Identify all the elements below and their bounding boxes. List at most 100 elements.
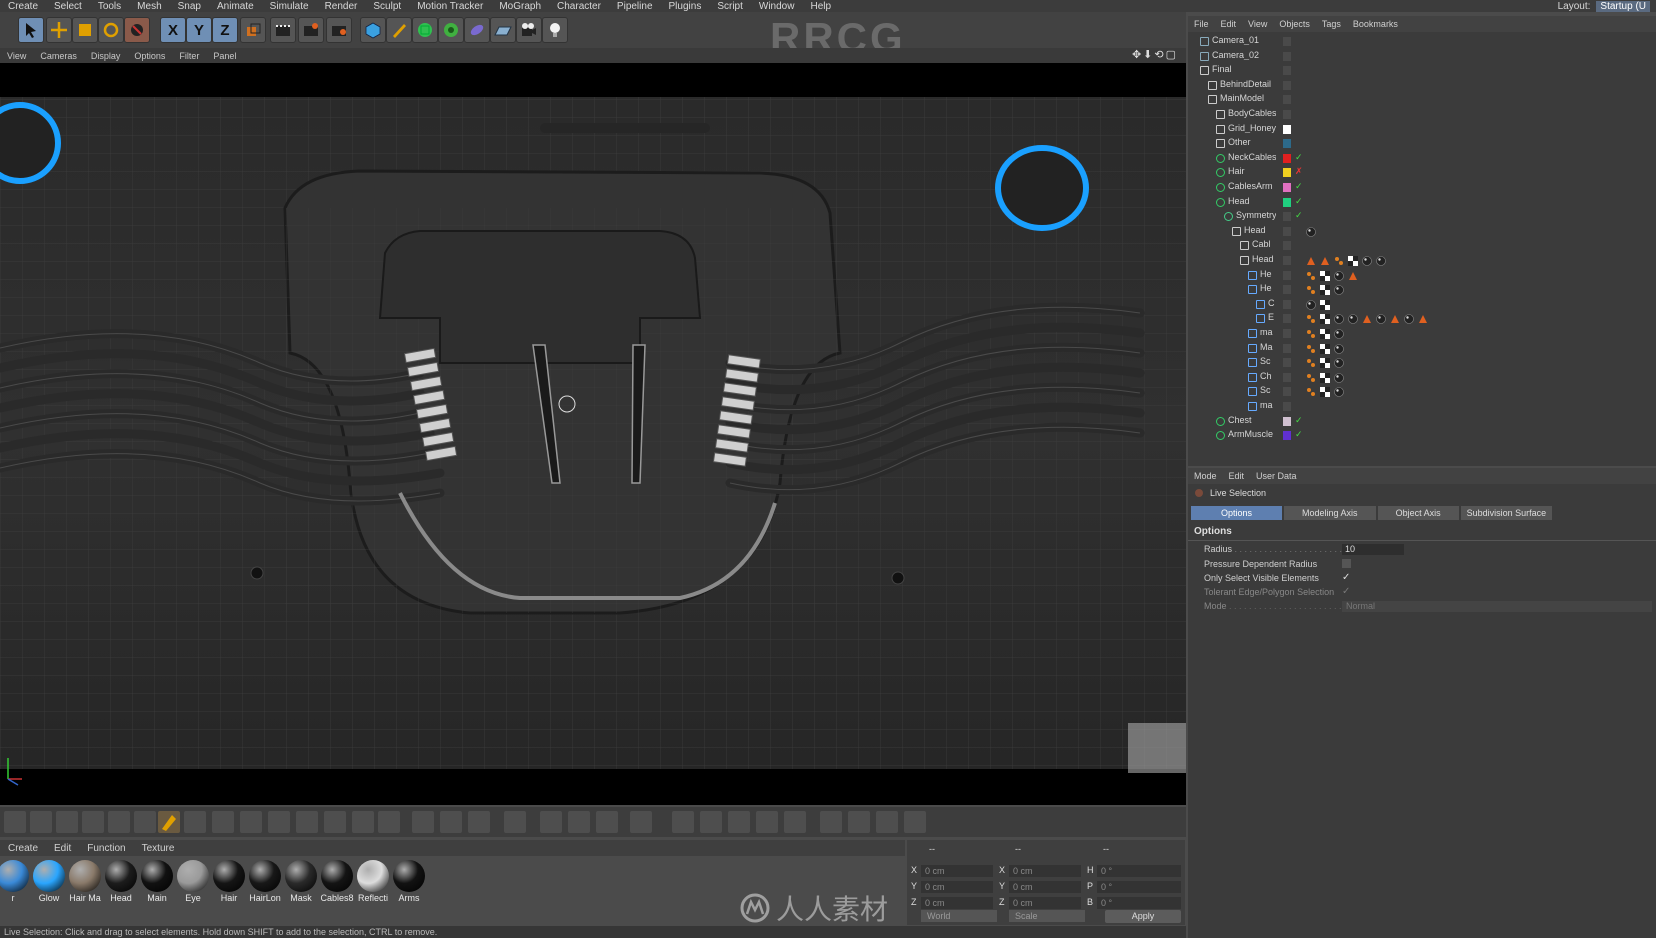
tolerant-checkbox[interactable]: ✓	[1342, 586, 1350, 597]
object-row[interactable]: MainModel	[1188, 92, 1656, 107]
menu-simulate[interactable]: Simulate	[262, 1, 317, 12]
attribute-menu-mode[interactable]: Mode	[1188, 471, 1223, 481]
menu-character[interactable]: Character	[549, 1, 609, 12]
material-menu-create[interactable]: Create	[0, 843, 46, 854]
ball-tag-icon[interactable]	[1334, 358, 1344, 368]
object-name[interactable]: Sc	[1260, 356, 1271, 366]
spline-pen-icon[interactable]	[386, 17, 412, 43]
layer-color-swatch[interactable]	[1283, 183, 1291, 192]
camera-object-icon[interactable]	[516, 17, 542, 43]
object-menu-bookmarks[interactable]: Bookmarks	[1347, 19, 1404, 29]
disabled-cross-icon[interactable]: ✗	[1295, 166, 1303, 177]
viewport-menu-cameras[interactable]: Cameras	[33, 51, 84, 61]
material-menu-edit[interactable]: Edit	[46, 843, 79, 854]
solo-hierarchy-icon[interactable]	[848, 811, 870, 833]
layer-color-swatch[interactable]	[1283, 66, 1291, 76]
ball-tag-icon[interactable]	[1334, 372, 1344, 383]
menu-help[interactable]: Help	[802, 1, 839, 12]
enabled-check-icon[interactable]: ✓	[1295, 415, 1303, 426]
grid-snap-2-icon[interactable]	[700, 811, 722, 833]
slide-tool-icon[interactable]	[324, 811, 346, 833]
object-name[interactable]: Ch	[1260, 371, 1272, 381]
deformer-icon[interactable]	[464, 17, 490, 43]
size-y-field[interactable]: 0 cm	[1009, 881, 1081, 893]
grid-snap-icon[interactable]	[672, 811, 694, 833]
object-name[interactable]: BehindDetail	[1220, 79, 1271, 89]
3d-viewport[interactable]	[0, 63, 1186, 805]
object-name[interactable]: Head	[1244, 225, 1266, 235]
object-menu-objects[interactable]: Objects	[1273, 19, 1316, 29]
size-z-field[interactable]: 0 cm	[1009, 897, 1081, 909]
check-tag-icon[interactable]	[1320, 387, 1330, 398]
tri-tag-icon[interactable]	[1362, 314, 1372, 324]
object-row[interactable]: Cabl	[1188, 238, 1656, 253]
material-hairlon[interactable]: HairLon	[246, 860, 282, 904]
material-hair[interactable]: Hair	[210, 860, 246, 904]
object-name[interactable]: Sc	[1260, 385, 1271, 395]
subdivision-surface-icon[interactable]	[412, 17, 438, 43]
extrude-inner-icon[interactable]	[468, 811, 490, 833]
object-row[interactable]: Sc	[1188, 384, 1656, 399]
menu-window[interactable]: Window	[751, 1, 803, 12]
x-axis-lock-button[interactable]: X	[160, 17, 186, 43]
brush-tool-icon[interactable]	[158, 811, 180, 833]
pos-x-field[interactable]: 0 cm	[921, 865, 993, 877]
layer-color-swatch[interactable]	[1283, 51, 1291, 61]
layout-selector[interactable]: Layout: Startup (U	[1558, 0, 1650, 12]
check-tag-icon[interactable]	[1320, 372, 1330, 383]
menu-pipeline[interactable]: Pipeline	[609, 1, 661, 12]
object-menu-file[interactable]: File	[1188, 19, 1215, 29]
normal-scale-icon[interactable]	[596, 811, 618, 833]
ball-tag-icon[interactable]	[1362, 256, 1372, 266]
layer-color-swatch[interactable]	[1283, 37, 1291, 46]
layer-color-swatch[interactable]	[1283, 241, 1291, 251]
object-name[interactable]: C	[1268, 298, 1275, 308]
layer-color-swatch[interactable]	[1283, 256, 1291, 265]
object-name[interactable]: Grid_Honey	[1228, 123, 1276, 133]
extrude-tool-icon[interactable]	[212, 811, 234, 833]
menu-sculpt[interactable]: Sculpt	[365, 1, 409, 12]
ball-tag-icon[interactable]	[1334, 329, 1344, 339]
check-tag-icon[interactable]	[1348, 256, 1358, 266]
check-tag-icon[interactable]	[1320, 329, 1330, 339]
object-row[interactable]: Ma	[1188, 341, 1656, 356]
layer-color-swatch[interactable]	[1283, 197, 1291, 207]
layer-color-swatch[interactable]	[1283, 372, 1291, 382]
coordinate-system-icon[interactable]	[240, 17, 266, 43]
object-row[interactable]: Head	[1188, 253, 1656, 268]
material-head[interactable]: Head	[102, 860, 138, 904]
menu-tools[interactable]: Tools	[90, 1, 129, 12]
viewport-menu-options[interactable]: Options	[127, 51, 172, 61]
object-row[interactable]: BehindDetail	[1188, 78, 1656, 93]
enabled-check-icon[interactable]: ✓	[1295, 196, 1303, 207]
layer-color-swatch[interactable]	[1283, 402, 1291, 411]
object-menu-tags[interactable]: Tags	[1316, 19, 1347, 29]
attribute-menu-edit[interactable]: Edit	[1223, 471, 1251, 481]
object-row[interactable]: ma	[1188, 326, 1656, 341]
ball-tag-icon[interactable]	[1334, 387, 1344, 398]
layer-color-swatch[interactable]	[1283, 124, 1291, 134]
object-name[interactable]: Camera_01	[1212, 35, 1259, 45]
material-menu-texture[interactable]: Texture	[134, 843, 183, 854]
layout-value[interactable]: Startup (U	[1596, 0, 1650, 12]
object-row[interactable]: E	[1188, 311, 1656, 326]
object-row[interactable]: Hair ✗	[1188, 165, 1656, 180]
y-axis-lock-button[interactable]: Y	[186, 17, 212, 43]
pressure-checkbox[interactable]	[1342, 559, 1351, 568]
object-name[interactable]: Chest	[1228, 415, 1252, 425]
object-row[interactable]: Ch	[1188, 370, 1656, 385]
render-picture-viewer-icon[interactable]	[298, 17, 324, 43]
viewport-navigation-icons[interactable]: ✥⬇⟲▢	[1132, 48, 1178, 63]
tri-tag-icon[interactable]	[1390, 314, 1400, 324]
object-name[interactable]: Hair	[1228, 166, 1245, 176]
mode-dropdown[interactable]: Normal	[1342, 601, 1652, 612]
object-name[interactable]: Camera_02	[1212, 50, 1259, 60]
menu-plugins[interactable]: Plugins	[661, 1, 710, 12]
enabled-check-icon[interactable]: ✓	[1295, 210, 1303, 221]
viewport-menu-filter[interactable]: Filter	[172, 51, 206, 61]
quantize-icon[interactable]	[784, 811, 806, 833]
dot-tag-icon[interactable]	[1306, 344, 1316, 354]
rotate-tool-icon[interactable]	[98, 17, 124, 43]
solo-object-icon[interactable]	[820, 811, 842, 833]
layer-color-swatch[interactable]	[1283, 226, 1291, 236]
